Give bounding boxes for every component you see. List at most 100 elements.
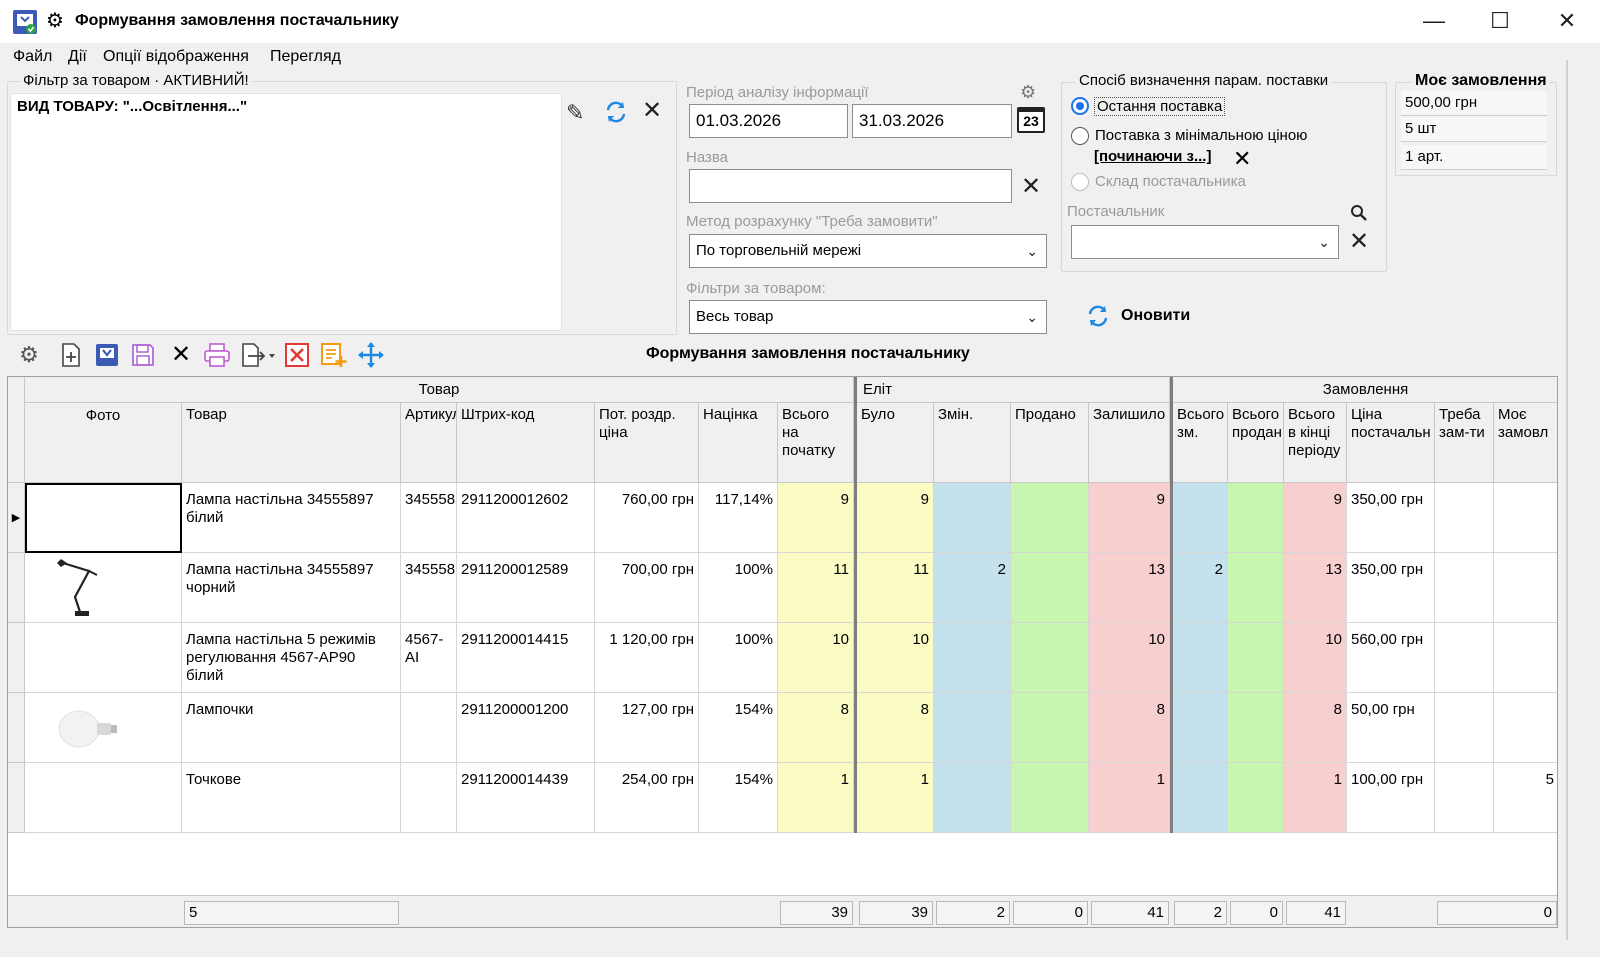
row-supp-price[interactable]: 560,00 грн xyxy=(1347,623,1435,693)
row-need[interactable] xyxy=(1435,553,1494,623)
col-header-sold[interactable]: Продано xyxy=(1011,403,1089,483)
col-header-retail-price[interactable]: Пот. роздр. ціна xyxy=(595,403,699,483)
row-tot-end[interactable]: 10 xyxy=(1284,623,1347,693)
filter-text-area[interactable]: ВИД ТОВАРУ: "...Освітлення..." xyxy=(10,93,562,331)
row-was[interactable]: 10 xyxy=(857,623,934,693)
save-icon[interactable] xyxy=(130,342,156,368)
radio-supplier-warehouse[interactable] xyxy=(1071,173,1089,191)
clear-red-icon[interactable] xyxy=(284,342,310,368)
minimize-button[interactable]: — xyxy=(1401,0,1467,43)
export-icon[interactable] xyxy=(240,342,278,368)
row-markup[interactable]: 100% xyxy=(699,553,778,623)
row-price[interactable]: 700,00 грн xyxy=(595,553,699,623)
row-photo[interactable] xyxy=(25,483,182,553)
row-photo[interactable] xyxy=(25,763,182,833)
row-left[interactable]: 1 xyxy=(1089,763,1170,833)
row-tot-chg[interactable] xyxy=(1173,693,1228,763)
col-header-total-end[interactable]: Всього в кінці періоду xyxy=(1284,403,1347,483)
row-indicator[interactable] xyxy=(8,553,25,623)
menu-view[interactable]: Перегляд xyxy=(270,48,341,66)
menu-file[interactable]: Файл xyxy=(13,48,52,66)
row-photo[interactable] xyxy=(25,623,182,693)
clear-name-icon[interactable]: ✕ xyxy=(1021,175,1041,199)
starting-from-link[interactable]: [починаючи з...] xyxy=(1094,148,1211,165)
row-was[interactable]: 1 xyxy=(857,763,934,833)
clear-filter-icon[interactable]: ✕ xyxy=(642,99,662,123)
radio-min-price[interactable] xyxy=(1071,127,1089,145)
row-name[interactable]: Лампа настільна 5 режимів регулювання 45… xyxy=(182,623,401,693)
row-price[interactable]: 254,00 грн xyxy=(595,763,699,833)
row-article[interactable] xyxy=(401,693,457,763)
row-indicator[interactable] xyxy=(8,623,25,693)
search-icon[interactable] xyxy=(1350,204,1368,222)
row-tot-sold[interactable] xyxy=(1228,693,1284,763)
edit-pencil-icon[interactable]: ✎ xyxy=(566,100,584,126)
move-icon[interactable] xyxy=(357,341,385,369)
col-header-photo[interactable]: Фото xyxy=(25,403,182,483)
row-was[interactable]: 11 xyxy=(857,553,934,623)
row-tot-chg[interactable] xyxy=(1173,763,1228,833)
col-header-changed[interactable]: Змін. xyxy=(934,403,1011,483)
col-header-markup[interactable]: Націнка xyxy=(699,403,778,483)
row-indicator[interactable] xyxy=(8,693,25,763)
row-sold[interactable] xyxy=(1011,763,1089,833)
row-need[interactable] xyxy=(1435,763,1494,833)
print-icon[interactable] xyxy=(203,342,231,368)
row-start[interactable]: 8 xyxy=(778,693,854,763)
row-tot-end[interactable]: 9 xyxy=(1284,483,1347,553)
row-supp-price[interactable]: 350,00 грн xyxy=(1347,483,1435,553)
name-input[interactable] xyxy=(689,169,1012,203)
col-header-total-start[interactable]: Всього на початку xyxy=(778,403,854,483)
row-chg[interactable] xyxy=(934,693,1011,763)
row-tot-chg[interactable] xyxy=(1173,623,1228,693)
import-icon[interactable] xyxy=(94,342,120,368)
row-name[interactable]: Точкове xyxy=(182,763,401,833)
order-grid[interactable]: Товар Еліт Замовлення Фото Товар Артикул… xyxy=(7,376,1558,928)
row-markup[interactable]: 154% xyxy=(699,693,778,763)
col-header-barcode[interactable]: Штрих-код xyxy=(457,403,595,483)
date-from-input[interactable]: 01.03.2026 xyxy=(689,104,848,138)
row-name[interactable]: Лампа настільна 34555897 чорний xyxy=(182,553,401,623)
row-tot-chg[interactable]: 2 xyxy=(1173,553,1228,623)
row-was[interactable]: 9 xyxy=(857,483,934,553)
row-indicator[interactable] xyxy=(8,763,25,833)
col-header-was[interactable]: Було xyxy=(857,403,934,483)
row-tot-sold[interactable] xyxy=(1228,483,1284,553)
row-barcode[interactable]: 2911200014439 xyxy=(457,763,595,833)
row-tot-sold[interactable] xyxy=(1228,553,1284,623)
row-markup[interactable]: 100% xyxy=(699,623,778,693)
row-chg[interactable]: 2 xyxy=(934,553,1011,623)
row-need[interactable] xyxy=(1435,623,1494,693)
row-left[interactable]: 9 xyxy=(1089,483,1170,553)
row-photo[interactable] xyxy=(25,693,182,763)
col-header-total-changed[interactable]: Всього зм. xyxy=(1173,403,1228,483)
row-sold[interactable] xyxy=(1011,623,1089,693)
row-mine[interactable] xyxy=(1494,483,1557,553)
row-barcode[interactable]: 2911200012589 xyxy=(457,553,595,623)
close-button[interactable]: ✕ xyxy=(1534,0,1600,43)
row-tot-end[interactable]: 1 xyxy=(1284,763,1347,833)
row-sold[interactable] xyxy=(1011,483,1089,553)
row-barcode[interactable]: 2911200001200 xyxy=(457,693,595,763)
row-markup[interactable]: 154% xyxy=(699,763,778,833)
row-price[interactable]: 127,00 грн xyxy=(595,693,699,763)
row-article[interactable] xyxy=(401,763,457,833)
calendar-icon[interactable]: 23 xyxy=(1017,107,1045,133)
row-indicator[interactable]: ▶ xyxy=(8,483,25,553)
row-left[interactable]: 10 xyxy=(1089,623,1170,693)
row-start[interactable]: 11 xyxy=(778,553,854,623)
row-chg[interactable] xyxy=(934,483,1011,553)
row-left[interactable]: 13 xyxy=(1089,553,1170,623)
row-tot-end[interactable]: 8 xyxy=(1284,693,1347,763)
row-barcode[interactable]: 2911200014415 xyxy=(457,623,595,693)
row-mine[interactable] xyxy=(1494,553,1557,623)
col-header-total-sold[interactable]: Всього продан xyxy=(1228,403,1284,483)
row-was[interactable]: 8 xyxy=(857,693,934,763)
row-start[interactable]: 10 xyxy=(778,623,854,693)
gear-icon[interactable]: ⚙ xyxy=(46,9,64,33)
row-name[interactable]: Лампа настільна 34555897 білий xyxy=(182,483,401,553)
row-supp-price[interactable]: 50,00 грн xyxy=(1347,693,1435,763)
gear-icon[interactable]: ⚙ xyxy=(15,341,43,369)
delete-icon[interactable]: ✕ xyxy=(167,341,195,369)
row-mine[interactable] xyxy=(1494,693,1557,763)
